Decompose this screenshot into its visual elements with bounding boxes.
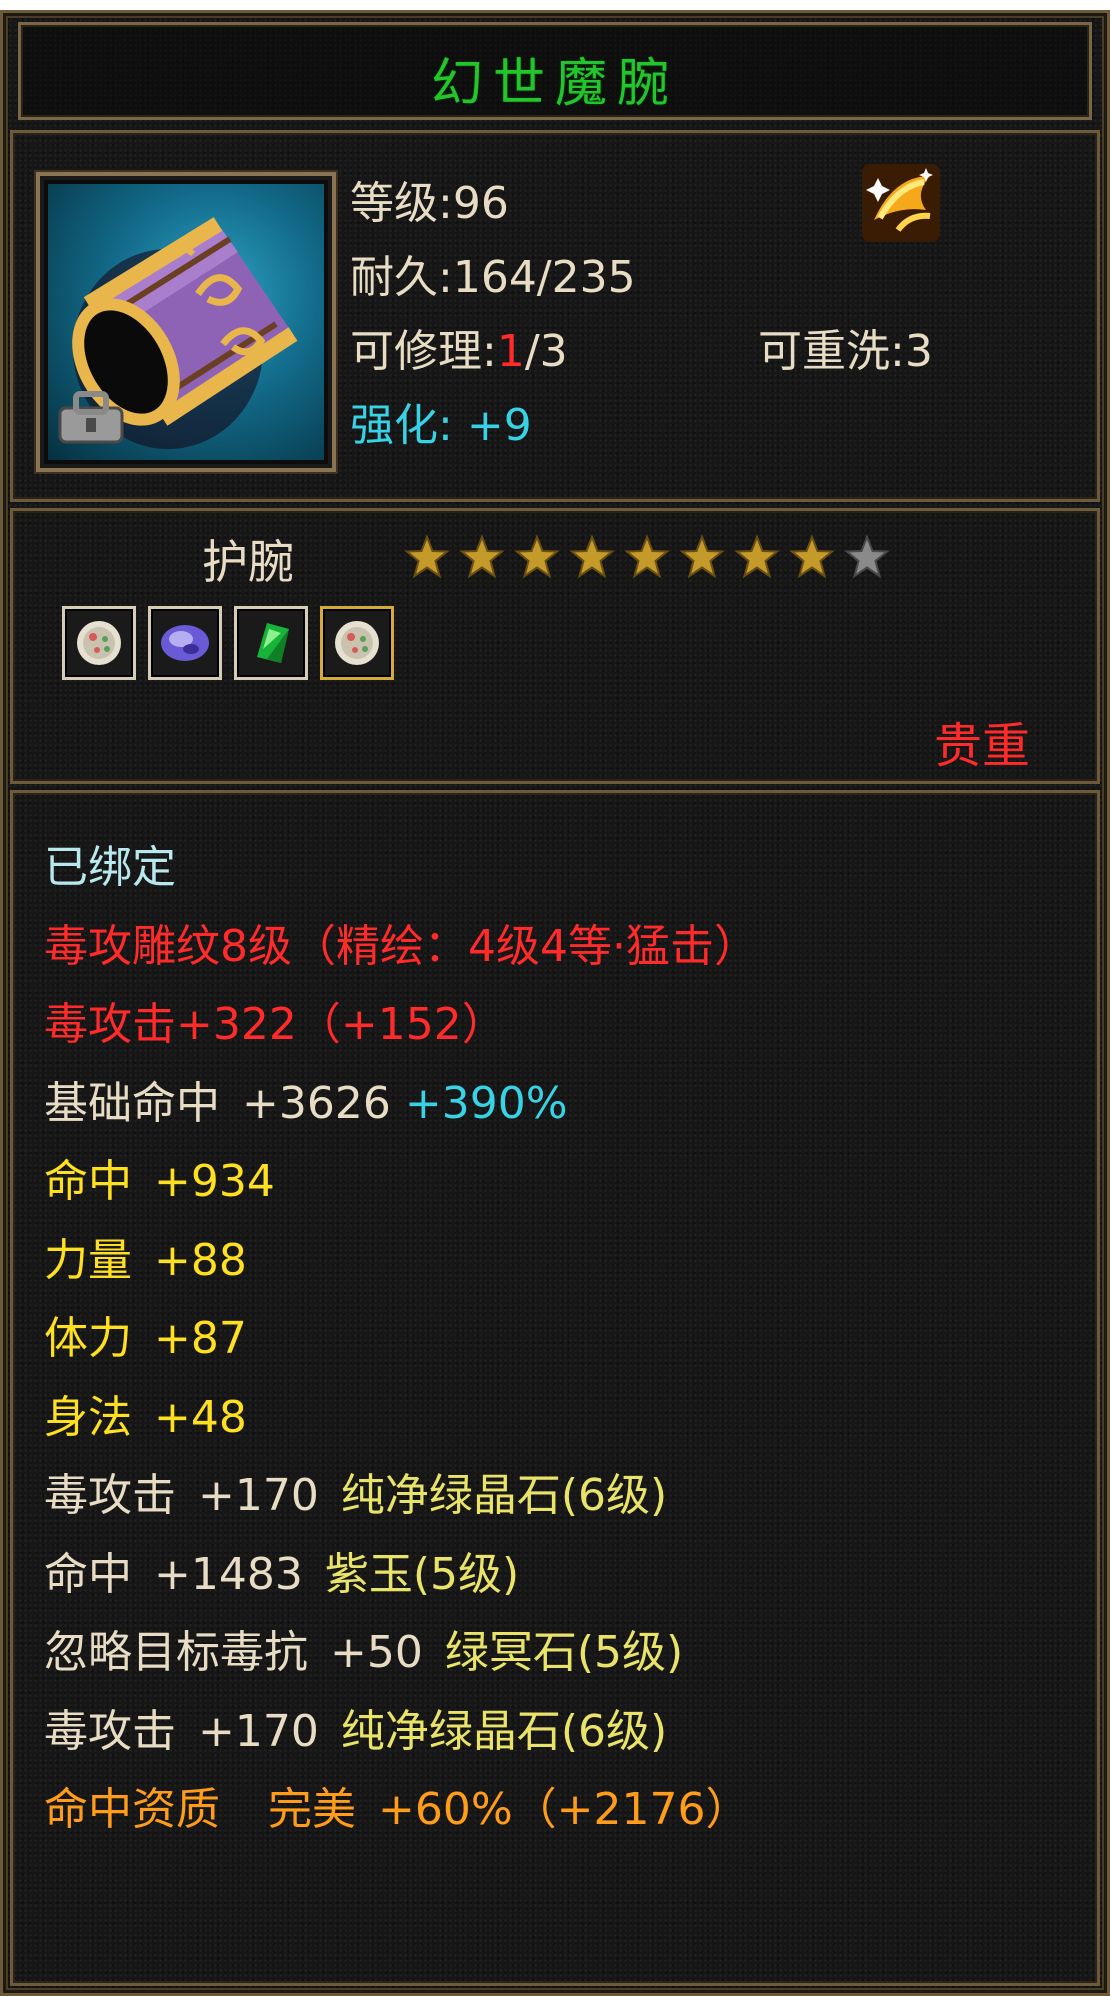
green-gem-icon[interactable] bbox=[234, 606, 308, 680]
agility-label: 身法 bbox=[44, 1391, 132, 1443]
strength-line: 力量 +88 bbox=[44, 1231, 758, 1310]
level-stat: 等级:96 bbox=[350, 178, 509, 230]
rewash-value: 3 bbox=[904, 326, 933, 377]
base-hit-label: 基础命中 bbox=[44, 1077, 220, 1129]
gem-slots bbox=[62, 606, 394, 680]
aptitude-label: 命中资质 bbox=[44, 1784, 220, 1835]
level-value: 96 bbox=[452, 178, 509, 229]
gem-attribute-line: 毒攻击 +170 纯净绿晶石(6级) bbox=[44, 1466, 758, 1545]
gem-attr-label: 毒攻击 bbox=[44, 1470, 176, 1521]
gem-name: 纯净绿晶石(6级) bbox=[340, 1470, 668, 1521]
base-hit-line: 基础命中 +3626 +390% bbox=[44, 1074, 758, 1153]
gem-attr-label: 毒攻击 bbox=[44, 1705, 176, 1757]
base-hit-pct: +390% bbox=[404, 1077, 568, 1129]
base-hit-value: +3626 bbox=[242, 1077, 391, 1129]
gem-attr-label: 忽略目标毒抗 bbox=[44, 1627, 308, 1678]
stamina-label: 体力 bbox=[44, 1313, 132, 1364]
bound-lock-icon bbox=[56, 390, 126, 446]
white-gem-icon[interactable] bbox=[320, 606, 394, 680]
level-label: 等级: bbox=[350, 178, 453, 229]
gem-attr-value: +1483 bbox=[154, 1548, 303, 1600]
star-filled-icon bbox=[734, 534, 780, 586]
stamina-line: 体力 +87 bbox=[44, 1309, 758, 1388]
enhance-label: 强化: bbox=[350, 400, 453, 451]
agility-line: 身法 +48 bbox=[44, 1388, 758, 1467]
star-filled-icon bbox=[789, 534, 835, 586]
item-name: 幻世魔腕 bbox=[430, 54, 679, 114]
durability-value: 164/235 bbox=[452, 252, 636, 303]
star-filled-icon bbox=[679, 534, 725, 586]
repair-label: 可修理: bbox=[350, 326, 497, 377]
gem-attr-value: +50 bbox=[330, 1627, 423, 1678]
gem-attribute-line: 命中 +1483 紫玉(5级) bbox=[44, 1545, 758, 1624]
hit-label: 命中 bbox=[44, 1156, 132, 1207]
repair-used-value: 1 bbox=[496, 326, 525, 377]
sparkle-gold-icon bbox=[858, 160, 944, 246]
durability-label: 耐久: bbox=[350, 252, 453, 303]
enhance-stat: 强化: +9 bbox=[350, 400, 532, 452]
gem-attr-value: +170 bbox=[198, 1470, 319, 1521]
rewash-stat: 可重洗:3 bbox=[758, 326, 933, 378]
rewash-label: 可重洗: bbox=[758, 326, 905, 377]
enhance-value: +9 bbox=[466, 400, 532, 451]
gem-attribute-line: 毒攻击 +170 纯净绿晶石(6级) bbox=[44, 1702, 758, 1781]
repair-max-value: /3 bbox=[524, 326, 568, 377]
poison-attack-line: 毒攻击+322（+152） bbox=[44, 999, 506, 1050]
hit-line: 命中 +934 bbox=[44, 1152, 758, 1231]
item-type: 护腕 bbox=[202, 535, 294, 589]
aptitude-quality: 完美 bbox=[268, 1784, 356, 1835]
gem-name: 紫玉(5级) bbox=[324, 1548, 520, 1600]
stamina-value: +87 bbox=[154, 1313, 247, 1364]
gem-name: 纯净绿晶石(6级) bbox=[340, 1705, 668, 1757]
aptitude-value: +60%（+2176） bbox=[378, 1784, 750, 1835]
white-gem-icon[interactable] bbox=[62, 606, 136, 680]
engrave-line: 毒攻雕纹8级（精绘：4级4等·猛击） bbox=[44, 920, 758, 972]
star-filled-icon bbox=[459, 534, 505, 586]
bound-status: 已绑定 bbox=[44, 842, 176, 893]
agility-value: +48 bbox=[154, 1391, 247, 1443]
gem-name: 绿冥石(5级) bbox=[444, 1627, 684, 1678]
gem-attr-label: 命中 bbox=[44, 1548, 132, 1600]
attribute-list: 已绑定 毒攻雕纹8级（精绘：4级4等·猛击） 毒攻击+322（+152） 基础命… bbox=[44, 838, 758, 1859]
aptitude-line: 命中资质 完美 +60%（+2176） bbox=[44, 1780, 758, 1859]
gem-attribute-line: 忽略目标毒抗 +50 绿冥石(5级) bbox=[44, 1623, 758, 1702]
title-bar: 幻世魔腕 bbox=[18, 22, 1092, 120]
star-rating bbox=[404, 534, 890, 586]
strength-value: +88 bbox=[154, 1234, 247, 1286]
star-filled-icon bbox=[624, 534, 670, 586]
durability-stat: 耐久:164/235 bbox=[350, 252, 636, 304]
star-filled-icon bbox=[404, 534, 450, 586]
star-filled-icon bbox=[569, 534, 615, 586]
repair-stat: 可修理:1/3 bbox=[350, 326, 568, 378]
gem-attr-value: +170 bbox=[198, 1705, 319, 1757]
star-empty-icon bbox=[844, 534, 890, 586]
strength-label: 力量 bbox=[44, 1234, 132, 1286]
star-filled-icon bbox=[514, 534, 560, 586]
hit-value: +934 bbox=[154, 1156, 275, 1207]
rarity-label: 贵重 bbox=[933, 718, 1030, 774]
purple-gem-icon[interactable] bbox=[148, 606, 222, 680]
